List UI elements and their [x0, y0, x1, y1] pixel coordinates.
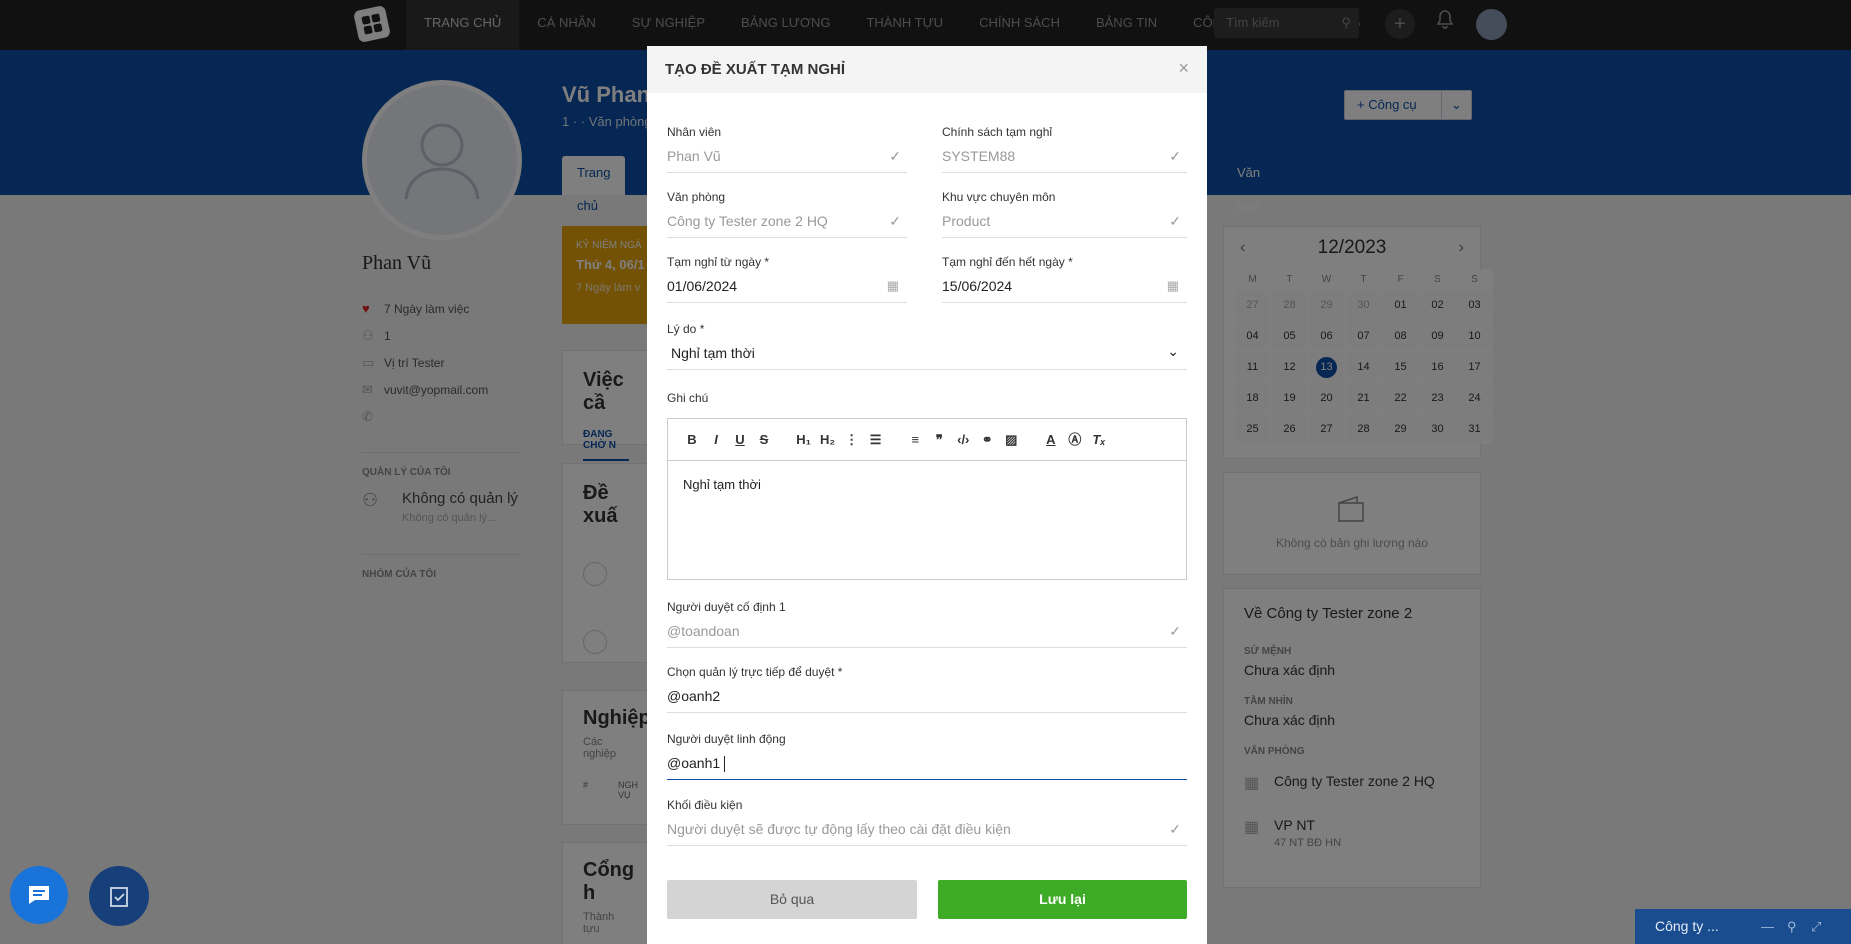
chevron-down-icon: ⌄	[1167, 343, 1179, 359]
clear-format-icon[interactable]: Tₓ	[1087, 432, 1111, 447]
search-icon[interactable]: ⚲	[1787, 909, 1797, 944]
from-date-field: Tạm nghỉ từ ngày * 01/06/2024 ▦	[667, 255, 907, 303]
check-icon: ✓	[889, 213, 901, 229]
underline-icon[interactable]: U	[728, 432, 752, 447]
highlight-icon[interactable]: Ⓐ	[1063, 429, 1087, 448]
calendar-icon: ▦	[1166, 278, 1179, 293]
flex-approver-field: Người duyệt linh động @oanh1	[667, 732, 1187, 780]
bullet-list-icon[interactable]: ☰	[864, 432, 888, 448]
text-color-icon[interactable]: A	[1039, 432, 1063, 447]
to-date-field: Tạm nghỉ đến hết ngày * 15/06/2024 ▦	[942, 255, 1187, 303]
employee-value[interactable]: Phan Vũ ✓	[667, 148, 907, 173]
company-minibar[interactable]: Công ty ... — ⚲ ⤢	[1635, 909, 1851, 944]
direct-manager-label: Chọn quản lý trực tiếp để duyệt *	[667, 665, 843, 679]
flex-approver-label: Người duyệt linh động	[667, 732, 786, 746]
check-icon: ✓	[1169, 148, 1181, 164]
italic-icon[interactable]: I	[704, 432, 728, 447]
office-label: Văn phòng	[667, 190, 726, 204]
editor-toolbar: BIUS H₁ H₂ ⋮ ☰ ≡ ❞ ‹/› ⚭ ▨ A Ⓐ Tₓ	[668, 419, 1186, 461]
note-field: Ghi chú	[667, 391, 1187, 405]
policy-field: Chính sách tạm nghỉ SYSTEM88 ✓	[942, 125, 1187, 173]
check-icon: ✓	[1169, 213, 1181, 229]
direct-manager-field: Chọn quản lý trực tiếp để duyệt * @oanh2	[667, 665, 1187, 713]
leave-request-modal: TẠO ĐỀ XUẤT TẠM NGHỈ × Nhân viên Phan Vũ…	[647, 46, 1207, 944]
condition-value[interactable]: Người duyệt sẽ được tự động lấy theo cài…	[667, 821, 1187, 846]
heading1-icon[interactable]: H₁	[792, 432, 816, 447]
image-icon[interactable]: ▨	[999, 432, 1023, 448]
policy-value[interactable]: SYSTEM88 ✓	[942, 148, 1187, 173]
fixed-approver-value[interactable]: @toandoan ✓	[667, 623, 1187, 648]
close-icon[interactable]: ×	[1178, 58, 1189, 79]
minimize-icon[interactable]: —	[1761, 909, 1774, 944]
policy-label: Chính sách tạm nghỉ	[942, 125, 1053, 139]
employee-label: Nhân viên	[667, 125, 722, 139]
code-icon[interactable]: ‹/›	[951, 432, 975, 447]
fixed-approver-label: Người duyệt cố định 1	[667, 600, 786, 614]
check-icon: ✓	[1169, 821, 1181, 837]
link-icon[interactable]: ⚭	[975, 432, 999, 448]
modal-title: TẠO ĐỀ XUẤT TẠM NGHỈ	[665, 61, 845, 78]
area-field: Khu vực chuyên môn Product ✓	[942, 190, 1187, 238]
employee-field: Nhân viên Phan Vũ ✓	[667, 125, 907, 173]
reason-label: Lý do *	[667, 322, 705, 336]
flex-approver-input[interactable]: @oanh1	[667, 755, 1187, 780]
modal-header: TẠO ĐỀ XUẤT TẠM NGHỈ ×	[647, 46, 1207, 93]
reason-field: Lý do * Nghỉ tạm thời ⌄	[667, 322, 1187, 370]
fixed-approver-field: Người duyệt cố định 1 @toandoan ✓	[667, 600, 1187, 648]
office-field: Văn phòng Công ty Tester zone 2 HQ ✓	[667, 190, 907, 238]
heading2-icon[interactable]: H₂	[816, 432, 840, 447]
expand-icon[interactable]: ⤢	[1811, 909, 1821, 944]
office-value[interactable]: Công ty Tester zone 2 HQ ✓	[667, 213, 907, 238]
reason-select[interactable]: Nghỉ tạm thời ⌄	[667, 343, 1187, 370]
calendar-icon: ▦	[886, 278, 899, 293]
check-icon: ✓	[1169, 623, 1181, 639]
area-value[interactable]: Product ✓	[942, 213, 1187, 238]
save-button[interactable]: Lưu lại	[938, 880, 1187, 919]
check-icon: ✓	[889, 148, 901, 164]
align-icon[interactable]: ≡	[903, 432, 927, 447]
condition-field: Khối điều kiện Người duyệt sẽ được tự độ…	[667, 798, 1187, 846]
area-label: Khu vực chuyên môn	[942, 190, 1056, 204]
bold-icon[interactable]: B	[680, 432, 704, 447]
minibar-title: Công ty ...	[1655, 918, 1719, 934]
to-date-input[interactable]: 15/06/2024 ▦	[942, 278, 1187, 303]
to-date-label: Tạm nghỉ đến hết ngày *	[942, 255, 1073, 269]
from-date-label: Tạm nghỉ từ ngày *	[667, 255, 770, 269]
chat-icon[interactable]	[10, 866, 68, 924]
from-date-input[interactable]: 01/06/2024 ▦	[667, 278, 907, 303]
note-label: Ghi chú	[667, 391, 709, 405]
cancel-button[interactable]: Bỏ qua	[667, 880, 917, 919]
note-text[interactable]: Nghỉ tạm thời	[668, 461, 1186, 508]
direct-manager-input[interactable]: @oanh2	[667, 688, 1187, 713]
quote-icon[interactable]: ❞	[927, 432, 951, 448]
condition-label: Khối điều kiện	[667, 798, 743, 812]
note-editor: BIUS H₁ H₂ ⋮ ☰ ≡ ❞ ‹/› ⚭ ▨ A Ⓐ Tₓ Nghỉ tạm thời	[667, 418, 1187, 580]
task-clipboard-icon[interactable]	[89, 866, 149, 926]
strike-icon[interactable]: S	[752, 432, 776, 447]
ordered-list-icon[interactable]: ⋮	[840, 432, 864, 448]
